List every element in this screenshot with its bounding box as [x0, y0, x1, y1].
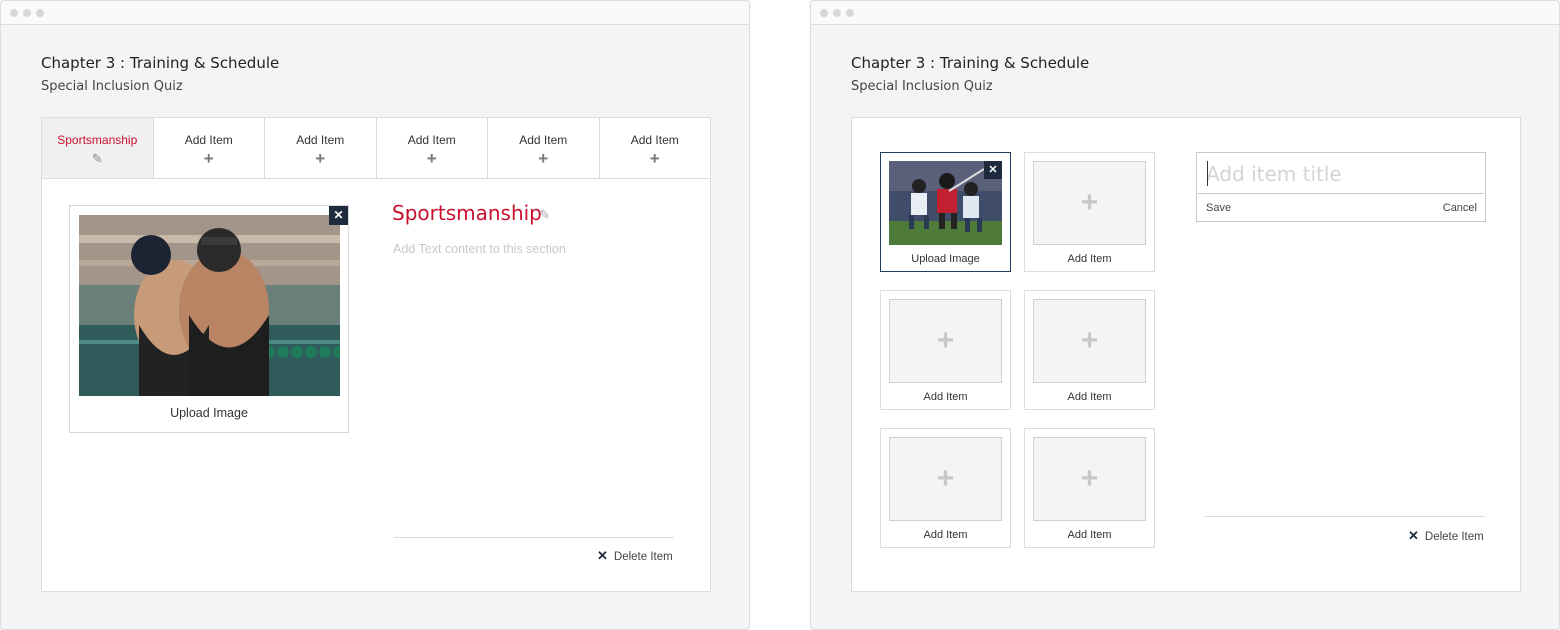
- pencil-icon[interactable]: ✎: [539, 207, 550, 223]
- item-heading[interactable]: Sportsmanship: [392, 201, 542, 225]
- plus-icon: +: [1080, 462, 1099, 495]
- close-icon: ✕: [597, 548, 608, 563]
- grid-item-add[interactable]: + Add Item: [1024, 152, 1155, 272]
- add-item-placeholder: +: [1033, 161, 1146, 245]
- tab-label: Add Item: [184, 133, 233, 147]
- grid-item-upload[interactable]: ✕ Upload Image: [880, 152, 1011, 272]
- grid-item-add[interactable]: + Add Item: [880, 428, 1011, 548]
- tab-label: Sportsmanship: [57, 133, 138, 147]
- tab-add-item[interactable]: Add Item +: [265, 118, 377, 178]
- grid-item-caption: Add Item: [923, 529, 968, 541]
- divider: [394, 537, 674, 538]
- grid-item-caption: Add Item: [1067, 253, 1112, 265]
- grid-item-caption: Add Item: [1067, 529, 1112, 541]
- image-card[interactable]: ✕ Upload Image: [69, 205, 349, 433]
- window-titlebar: [811, 1, 1559, 25]
- window-dot: [36, 9, 44, 17]
- editor-panel: ✕ Upload Image + Add Item + Add Item + A…: [851, 117, 1521, 592]
- grid-item-caption: Upload Image: [911, 253, 980, 265]
- window-titlebar: [1, 1, 749, 25]
- add-item-placeholder: +: [1033, 299, 1146, 383]
- grid-item-caption: Add Item: [923, 391, 968, 403]
- tab-label: Add Item: [407, 133, 456, 147]
- add-item-placeholder: +: [1033, 437, 1146, 521]
- tab-sportsmanship[interactable]: Sportsmanship ✎: [42, 118, 154, 178]
- window-dot: [23, 9, 31, 17]
- close-icon: ✕: [1408, 528, 1419, 543]
- add-item-placeholder: +: [889, 437, 1002, 521]
- plus-icon: +: [1080, 324, 1099, 357]
- add-item-placeholder: +: [889, 299, 1002, 383]
- tab-add-item[interactable]: Add Item +: [599, 118, 710, 178]
- window-dot: [833, 9, 841, 17]
- plus-icon: +: [1080, 186, 1099, 219]
- left-window: Chapter 3 : Training & Schedule Special …: [0, 0, 750, 630]
- plus-icon: +: [649, 149, 660, 168]
- chapter-title: Chapter 3 : Training & Schedule: [851, 54, 1090, 72]
- grid-item-caption: Add Item: [1067, 391, 1112, 403]
- delete-item-button[interactable]: ✕ Delete Item: [1408, 528, 1484, 544]
- item-title-input[interactable]: [1198, 154, 1484, 194]
- item-text-field[interactable]: Add Text content to this section: [393, 242, 566, 256]
- window-dot: [820, 9, 828, 17]
- chapter-subtitle: Special Inclusion Quiz: [851, 79, 993, 94]
- pencil-icon: ✎: [91, 151, 103, 166]
- remove-image-button[interactable]: ✕: [984, 161, 1002, 179]
- window-dot: [10, 9, 18, 17]
- tab-add-item[interactable]: Add Item +: [376, 118, 488, 178]
- delete-item-button[interactable]: ✕ Delete Item: [597, 548, 673, 564]
- divider: [1205, 516, 1485, 517]
- grid-item-add[interactable]: + Add Item: [880, 290, 1011, 410]
- chapter-title: Chapter 3 : Training & Schedule: [41, 54, 280, 72]
- delete-item-label: Delete Item: [613, 551, 673, 563]
- cancel-button[interactable]: Cancel: [1443, 202, 1477, 214]
- tab-label: Add Item: [630, 133, 679, 147]
- window-dot: [846, 9, 854, 17]
- editor-panel: Sportsmanship ✎ Add Item + Add Item + Ad…: [41, 117, 711, 592]
- tab-label: Add Item: [296, 133, 345, 147]
- item-title-editor: Save Cancel: [1196, 152, 1486, 222]
- text-caret: [1207, 161, 1208, 186]
- tab-add-item[interactable]: Add Item +: [488, 118, 600, 178]
- grid-item-add[interactable]: + Add Item: [1024, 290, 1155, 410]
- item-tabs: Sportsmanship ✎ Add Item + Add Item + Ad…: [42, 118, 710, 179]
- right-window: Chapter 3 : Training & Schedule Special …: [810, 0, 1560, 630]
- plus-icon: +: [203, 149, 214, 168]
- plus-icon: +: [936, 462, 955, 495]
- swimmers-photo: [79, 215, 340, 396]
- tab-add-item[interactable]: Add Item +: [153, 118, 265, 178]
- tab-label: Add Item: [519, 133, 568, 147]
- delete-item-label: Delete Item: [1424, 531, 1484, 543]
- grid-item-add[interactable]: + Add Item: [1024, 428, 1155, 548]
- save-button[interactable]: Save: [1206, 202, 1231, 214]
- upload-image-label[interactable]: Upload Image: [70, 406, 348, 420]
- remove-image-button[interactable]: ✕: [329, 206, 348, 225]
- plus-icon: +: [315, 149, 326, 168]
- plus-icon: +: [936, 324, 955, 357]
- chapter-subtitle: Special Inclusion Quiz: [41, 79, 183, 94]
- plus-icon: +: [538, 149, 549, 168]
- plus-icon: +: [426, 149, 437, 168]
